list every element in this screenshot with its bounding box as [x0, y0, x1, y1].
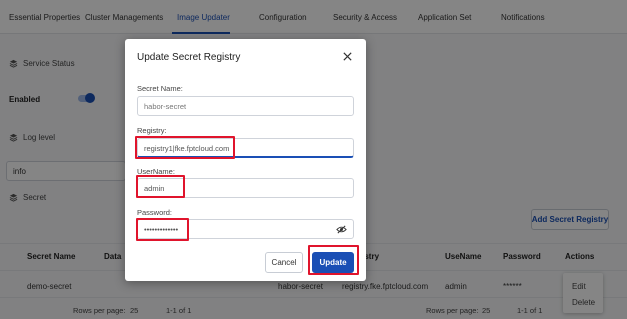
dialog-title: Update Secret Registry — [137, 52, 241, 63]
highlight-password — [136, 218, 189, 241]
password-label: Password: — [137, 208, 173, 217]
eye-off-icon[interactable] — [336, 224, 347, 235]
highlight-registry — [135, 136, 235, 159]
close-icon[interactable] — [342, 51, 353, 62]
secret-name-label: Secret Name: — [137, 84, 183, 93]
secret-name-field[interactable]: habor-secret — [137, 96, 354, 116]
registry-label: Registry: — [137, 126, 167, 135]
cancel-button[interactable]: Cancel — [265, 252, 303, 273]
highlight-username — [136, 175, 185, 198]
highlight-update-button — [308, 245, 359, 275]
